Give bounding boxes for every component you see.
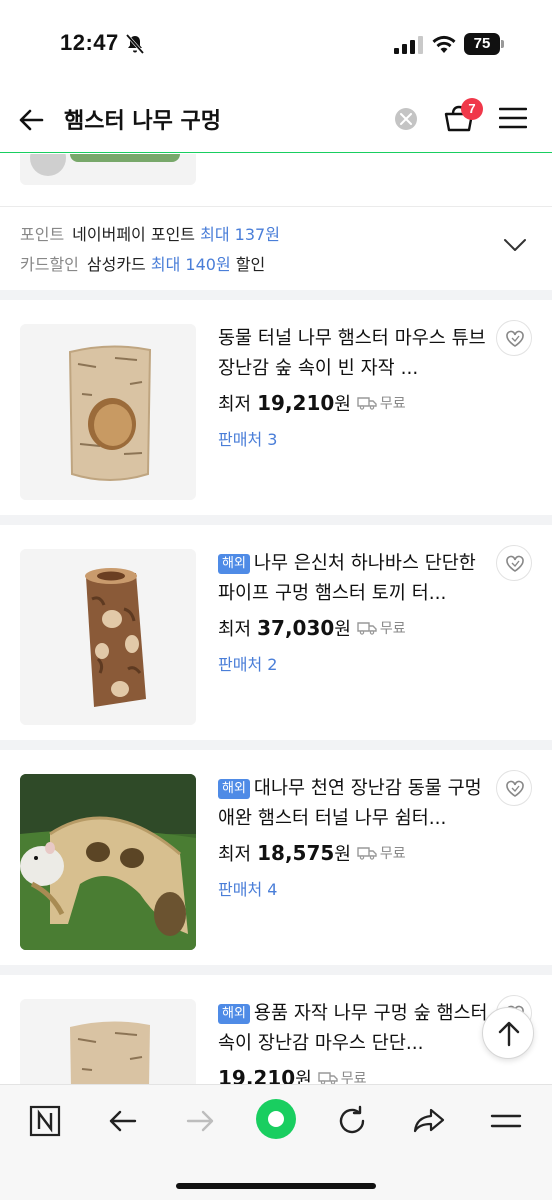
scroll-top-button[interactable] bbox=[482, 1007, 534, 1059]
naver-n-icon[interactable] bbox=[27, 1103, 63, 1139]
refresh-icon[interactable] bbox=[334, 1103, 370, 1139]
heart-icon[interactable] bbox=[496, 320, 532, 356]
seller-count-link[interactable]: 판매처 3 bbox=[218, 426, 488, 450]
section-gap bbox=[0, 515, 552, 525]
share-icon[interactable] bbox=[411, 1103, 447, 1139]
seller-count-link[interactable]: 판매처 2 bbox=[218, 651, 488, 675]
heart-icon[interactable] bbox=[496, 770, 532, 806]
truck-icon bbox=[357, 397, 377, 410]
truck-icon bbox=[357, 622, 377, 635]
product-card[interactable]: 해외 대나무 천연 장난감 동물 구멍 애완 햄스터 터널 나무 쉼터... 최저… bbox=[0, 750, 552, 965]
battery-level: 75 bbox=[464, 33, 500, 55]
bell-muted-icon bbox=[125, 34, 145, 54]
home-indicator bbox=[176, 1183, 376, 1189]
product-price: 37,030 bbox=[257, 616, 335, 640]
chevron-down-icon[interactable] bbox=[502, 236, 528, 254]
truck-icon bbox=[357, 847, 377, 860]
price-row: 최저 37,030 원 무료 bbox=[218, 616, 406, 640]
card-benefit: 카드할인 삼성카드 최대 140원 할인 bbox=[20, 255, 266, 274]
overseas-tag: 해외 bbox=[218, 554, 250, 574]
product-title[interactable]: 해외 대나무 천연 장난감 동물 구멍 애완 햄스터 터널 나무 쉼터... bbox=[218, 774, 488, 834]
birch-log-image bbox=[20, 324, 196, 500]
browser-back-icon[interactable] bbox=[105, 1103, 141, 1139]
wooden-log-image bbox=[20, 549, 196, 725]
product-card[interactable]: 해외 나무 은신처 하나바스 단단한 파이프 구멍 햄스터 토끼 터... 최저 … bbox=[0, 525, 552, 740]
browser-toolbar bbox=[0, 1084, 552, 1200]
product-image[interactable] bbox=[20, 324, 196, 500]
clear-x-icon[interactable] bbox=[395, 108, 417, 130]
section-gap bbox=[0, 965, 552, 975]
product-title[interactable]: 동물 터널 나무 햄스터 마우스 튜브 장난감 숲 속이 빈 자작 ... bbox=[218, 324, 488, 384]
bamboo-tunnel-image bbox=[20, 774, 196, 950]
arrow-left-icon[interactable] bbox=[16, 104, 48, 136]
search-header: 햄스터 나무 구멍 7 bbox=[0, 92, 552, 153]
overseas-tag: 해외 bbox=[218, 1004, 250, 1024]
status-time: 12:47 bbox=[60, 30, 119, 55]
divider bbox=[0, 206, 552, 207]
section-gap bbox=[0, 290, 552, 300]
benefit-section[interactable]: 포인트 네이버페이 포인트 최대 137원 카드할인 삼성카드 최대 140원 할인 bbox=[0, 208, 552, 290]
status-bar: 12:47 75 bbox=[0, 0, 552, 92]
signal-icon bbox=[394, 36, 423, 54]
naver-shopping-search-page: 12:47 75 햄스터 나무 구멍 7 포인트 네이버페이 포인트 최대 13… bbox=[0, 0, 552, 1200]
shipping-info: 무료 bbox=[357, 393, 406, 413]
product-card[interactable]: 동물 터널 나무 햄스터 마우스 튜브 장난감 숲 속이 빈 자작 ... 최저… bbox=[0, 300, 552, 515]
heart-icon[interactable] bbox=[496, 545, 532, 581]
shipping-info: 무료 bbox=[357, 843, 406, 863]
seller-count-link[interactable]: 판매처 4 bbox=[218, 876, 488, 900]
product-title[interactable]: 해외 나무 은신처 하나바스 단단한 파이프 구멍 햄스터 토끼 터... bbox=[218, 549, 488, 609]
product-image[interactable] bbox=[20, 549, 196, 725]
cart-count-badge: 7 bbox=[461, 98, 483, 120]
price-row: 최저 18,575 원 무료 bbox=[218, 841, 406, 865]
price-row: 최저 19,210 원 무료 bbox=[218, 391, 406, 415]
section-gap bbox=[0, 740, 552, 750]
wifi-icon bbox=[432, 35, 456, 53]
menu-icon[interactable] bbox=[488, 1103, 524, 1139]
battery-indicator: 75 bbox=[464, 33, 504, 55]
hamburger-icon[interactable] bbox=[499, 106, 527, 130]
green-dot-icon[interactable] bbox=[254, 1097, 298, 1141]
shipping-info: 무료 bbox=[357, 618, 406, 638]
product-price: 18,575 bbox=[257, 841, 335, 865]
browser-forward-icon[interactable] bbox=[182, 1103, 218, 1139]
truck-icon bbox=[318, 1072, 338, 1085]
product-image[interactable] bbox=[20, 774, 196, 950]
product-title[interactable]: 해외 용품 자작 나무 구멍 숲 햄스터 속이 장난감 마우스 단단... bbox=[218, 999, 488, 1059]
overseas-tag: 해외 bbox=[218, 779, 250, 799]
point-benefit: 포인트 네이버페이 포인트 최대 137원 bbox=[20, 225, 280, 244]
product-price: 19,210 bbox=[257, 391, 335, 415]
arrow-up-icon bbox=[498, 1021, 520, 1047]
previous-product-image[interactable] bbox=[20, 154, 196, 185]
search-query[interactable]: 햄스터 나무 구멍 bbox=[64, 103, 221, 135]
